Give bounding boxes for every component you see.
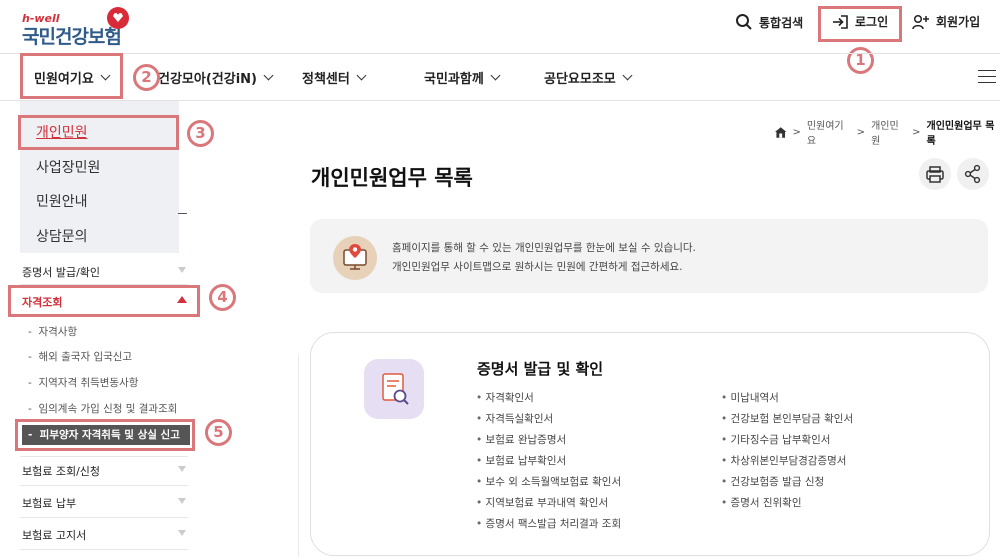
search-button[interactable]: 통합검색 — [735, 13, 803, 31]
chevron-down-icon — [178, 466, 186, 472]
certificate-icon — [364, 359, 424, 419]
annotation-number-2: 2 — [133, 64, 160, 91]
side-sub-label: 임의계속 가입 신청 및 결과조회 — [38, 403, 178, 415]
annotation-box-qualification — [8, 285, 200, 317]
join-icon — [912, 14, 929, 29]
doc-link[interactable]: 건강보험증 발급 신청 — [721, 474, 825, 489]
side-sub-item[interactable]: - 임의계속 가입 신청 및 결과조회 — [28, 401, 177, 416]
annotation-number-3: 3 — [187, 120, 214, 147]
chevron-down-icon — [356, 70, 367, 81]
side-item-premium-inquiry[interactable]: 보험료 조회/신청 — [22, 463, 100, 479]
doc-link[interactable]: 차상위본인부담경감증명서 — [721, 453, 847, 468]
breadcrumb-separator: > — [912, 126, 921, 138]
gnb-item-policy[interactable]: 정책센터 — [302, 68, 367, 87]
divider — [20, 485, 188, 486]
search-label: 통합검색 — [759, 15, 804, 30]
side-sub-item[interactable]: - 해외 출국자 입국신고 — [28, 349, 132, 364]
side-item-cert[interactable]: 증명서 발급/확인 — [22, 264, 100, 280]
side-sub-label: 해외 출국자 입국신고 — [38, 351, 133, 363]
doc-link[interactable]: 보험료 완납증명서 — [476, 432, 567, 447]
side-item-premium-notice[interactable]: 보험료 고지서 — [22, 527, 86, 543]
gnb-label: 공단요모조모 — [544, 72, 616, 87]
intro-box — [310, 219, 988, 293]
divider — [20, 517, 188, 518]
intro-line-2: 개인민원업무 사이트맵으로 원하시는 민원에 간편하게 접근하세요. — [392, 261, 683, 273]
annotation-box-dependent — [15, 419, 195, 451]
annotation-number-1: 1 — [847, 47, 874, 74]
doc-link[interactable]: 자격득실확인서 — [476, 411, 554, 426]
doc-link[interactable]: 미납내역서 — [721, 390, 779, 405]
join-button[interactable]: 회원가입 — [912, 13, 980, 30]
doc-link[interactable]: 지역보험료 부과내역 확인서 — [476, 495, 609, 510]
side-sub-item[interactable]: - 자격사항 — [28, 324, 77, 339]
breadcrumb-current: 개인민원업무 목록 — [926, 121, 995, 147]
dropdown-item-business[interactable]: 사업장민원 — [36, 157, 100, 177]
menu-line — [178, 213, 187, 214]
print-button[interactable] — [919, 158, 951, 190]
side-sub-label: 자격사항 — [38, 326, 78, 338]
gnb-label: 정책센터 — [302, 72, 350, 87]
logo[interactable]: 국민건강보험 — [22, 22, 122, 49]
header-divider — [0, 53, 1000, 54]
doc-link[interactable]: 보험료 납부확인서 — [476, 453, 567, 468]
gnb-item-about[interactable]: 공단요모조모 — [544, 68, 633, 87]
home-icon[interactable] — [775, 126, 787, 138]
share-button[interactable] — [957, 158, 989, 190]
doc-link[interactable]: 자격확인서 — [476, 390, 534, 405]
chevron-down-icon — [490, 70, 501, 81]
dropdown-item-guide[interactable]: 민원안내 — [36, 191, 88, 211]
search-icon — [736, 14, 752, 30]
dropdown-item-consult[interactable]: 상담문의 — [36, 226, 88, 246]
doc-link[interactable]: 증명서 진위확인 — [721, 495, 802, 510]
annotation-number-5: 5 — [205, 419, 232, 446]
monitor-location-icon — [333, 236, 377, 280]
doc-link[interactable]: 보수 외 소득월액보험료 확인서 — [476, 474, 622, 489]
annotation-box-gnb — [20, 53, 123, 99]
divider — [298, 355, 299, 557]
annotation-number-4: 4 — [209, 284, 236, 311]
gnb-label: 국민과함께 — [424, 72, 484, 87]
page-title: 개인민원업무 목록 — [311, 166, 473, 190]
annotation-box-personal — [18, 115, 179, 150]
chevron-down-icon — [263, 70, 274, 81]
gnb-item-together[interactable]: 국민과함께 — [424, 68, 501, 87]
print-icon — [926, 166, 944, 183]
side-sub-label: 지역자격 취득변동사항 — [38, 377, 139, 389]
doc-link[interactable]: 기타징수금 납부확인서 — [721, 432, 831, 447]
divider — [20, 549, 188, 550]
doc-link[interactable]: 증명서 팩스발급 처리결과 조회 — [476, 516, 622, 531]
annotation-box-login — [818, 6, 902, 42]
share-icon — [964, 164, 981, 184]
logo-heart-icon — [107, 7, 129, 29]
breadcrumb-item[interactable]: 민원여기요 — [807, 117, 851, 147]
page: h-well 국민건강보험 통합검색 로그인 회원가입 1 민원여기요 건강모아… — [0, 0, 1000, 557]
intro-line-1: 홈페이지를 통해 할 수 있는 개인민원업무를 한눈에 보실 수 있습니다. — [392, 242, 696, 254]
menu-icon[interactable] — [978, 70, 996, 83]
chevron-down-icon — [622, 70, 633, 81]
doc-link[interactable]: 건강보험 본인부담금 확인서 — [721, 411, 854, 426]
breadcrumb-separator: > — [792, 126, 801, 138]
chevron-down-icon — [178, 498, 186, 504]
breadcrumb: > 민원여기요 > 개인민원 > 개인민원업무 목록 — [775, 117, 1000, 147]
join-label: 회원가입 — [936, 15, 981, 29]
breadcrumb-separator: > — [856, 126, 866, 138]
chevron-down-icon — [178, 267, 186, 273]
side-sub-item[interactable]: - 지역자격 취득변동사항 — [28, 375, 138, 390]
gnb-item-health[interactable]: 건강모아(건강iN) — [158, 68, 274, 87]
card-title: 증명서 발급 및 확인 — [477, 360, 604, 378]
breadcrumb-item[interactable]: 개인민원 — [871, 117, 906, 147]
side-item-premium-payment[interactable]: 보험료 납부 — [22, 495, 76, 511]
gnb-label: 건강모아(건강iN) — [158, 72, 257, 87]
chevron-down-icon — [178, 530, 186, 536]
divider — [20, 456, 188, 457]
